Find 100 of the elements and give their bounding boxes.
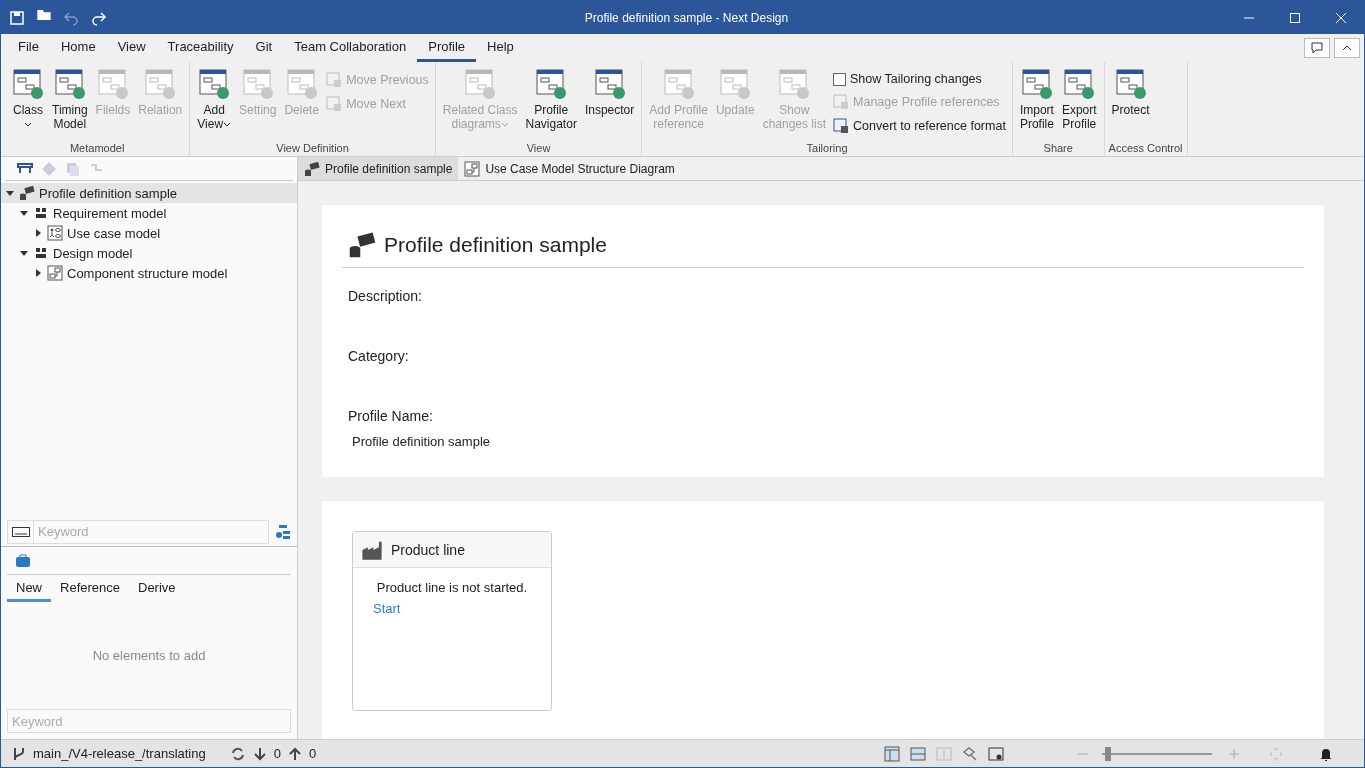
cylinder-block-icon [304,160,320,177]
redo-icon [91,9,107,26]
diagram-icon [285,68,318,100]
diagram-icon [719,68,752,100]
menu-tab[interactable]: Traceability [156,34,245,62]
diagram-icon [241,68,274,100]
diagram-icon [464,68,497,100]
minimize-icon [1244,16,1254,19]
maximize-icon [1290,12,1300,23]
group-label: Access Control [1108,142,1183,156]
field-label: Category: [348,348,410,364]
menu-tab[interactable]: File [7,34,50,62]
package-icon [33,205,49,221]
document-tab[interactable]: Profile definition sample [298,157,459,180]
tree-item[interactable]: Requirement model [1,203,297,223]
diagram-icon [593,68,626,100]
diagram-icon [144,68,177,100]
diagram-icon [1020,68,1053,100]
toolbox-tab[interactable]: Reference [51,575,129,602]
group-label: View [525,142,552,156]
diagram-icon [833,94,849,110]
branch-icon [11,745,27,762]
ribbon-button[interactable]: Import Profile [1016,66,1057,133]
toolbox-icon [15,552,31,569]
menu-tab[interactable]: Help [476,34,525,62]
checkbox[interactable]: Show Tailoring changes [831,70,1008,88]
comment-icon [1311,42,1323,54]
diagram-icon [198,68,231,100]
diagram-icon [53,68,86,100]
diagram-icon [778,68,811,100]
diagram-icon [12,68,44,100]
layout-button[interactable] [882,743,902,764]
profile-title: Profile definition sample [384,233,607,257]
diagram-icon [96,68,129,100]
menu-tab[interactable]: View [106,34,157,62]
branch-name[interactable]: main_/V4-release_/translating [33,746,206,761]
keyword-field[interactable]: Keyword [7,709,291,733]
slider-thumb[interactable] [1104,746,1111,761]
field-value: Profile definition sample [352,434,492,449]
ribbon-button[interactable]: Export Profile [1058,66,1100,133]
ribbon-button[interactable]: Convert to reference format [831,116,1008,136]
tree-item[interactable]: Use case model [1,223,297,243]
caret-up-icon [1342,45,1352,51]
save-icon [9,9,25,26]
tree-item[interactable]: Component structure model [1,263,297,283]
undo-icon [63,9,79,26]
ribbon-button[interactable]: Protect [1108,66,1153,119]
cylinder-block-icon [348,231,376,259]
toolbox-tab[interactable]: New [7,575,51,602]
ribbon-button[interactable]: Profile Navigator [522,66,580,133]
field-label: Description: [348,288,423,304]
collapsed-caret-icon[interactable] [33,228,43,238]
diagram-icon [326,72,343,88]
diagram-icon [535,68,568,100]
group-label: View Definition [275,142,350,156]
collapsed-caret-icon[interactable] [33,268,43,278]
start-link[interactable]: Start [373,601,401,616]
incoming-count: 0 [273,746,281,761]
folder-icon [37,9,51,20]
diagram-icon [833,118,849,134]
keyword-field[interactable]: Keyword [33,519,269,544]
ribbon-button[interactable]: Class [9,66,47,133]
card-title: Product line [391,541,465,558]
document-tab[interactable]: Use Case Model Structure Diagram [458,157,681,180]
down-arrow-icon [251,745,268,762]
move-icon [1268,745,1284,762]
toolbox-tab[interactable]: Derive [129,575,185,602]
diagram-icon [1063,68,1096,100]
package-icon [33,245,49,261]
tree-item[interactable]: Design model [1,243,297,263]
text-field-icon [11,526,30,537]
collapse-button[interactable] [1334,38,1360,58]
group-label: Tailoring [805,142,849,156]
group-label: Metamodel [68,142,126,156]
empty-message: No elements to add [92,648,206,663]
info-list-icon [275,523,291,540]
diagram-icon [326,96,343,112]
tree-item[interactable]: Profile definition sample [1,183,297,203]
field-label: Profile Name: [348,408,434,424]
ribbon-button[interactable]: Inspector [581,66,638,119]
component-icon [47,265,63,281]
menu-tab[interactable]: Git [244,34,284,62]
diagram-icon [1114,68,1147,100]
diamond-icon [41,160,57,177]
cylinder-block-icon [19,185,35,201]
copy-icon [65,160,81,177]
menu-tab[interactable]: Home [49,34,107,62]
ribbon-button[interactable]: Add View [194,66,235,133]
close-icon [1336,12,1346,23]
comment-button[interactable] [1304,38,1330,58]
ribbon-button[interactable]: Timing Model [49,66,91,133]
menu-tab[interactable]: Team Collaboration [283,34,418,62]
window-title: Profile definition sample - Next Design [583,10,790,25]
diagram-icon [662,68,695,100]
expanded-caret-icon[interactable] [19,248,29,258]
sync-icon [229,745,246,762]
status-message: Product line is not started. [375,580,529,595]
component-icon [464,160,481,177]
use-case-icon [47,225,63,241]
group-label: Share [1042,142,1074,156]
